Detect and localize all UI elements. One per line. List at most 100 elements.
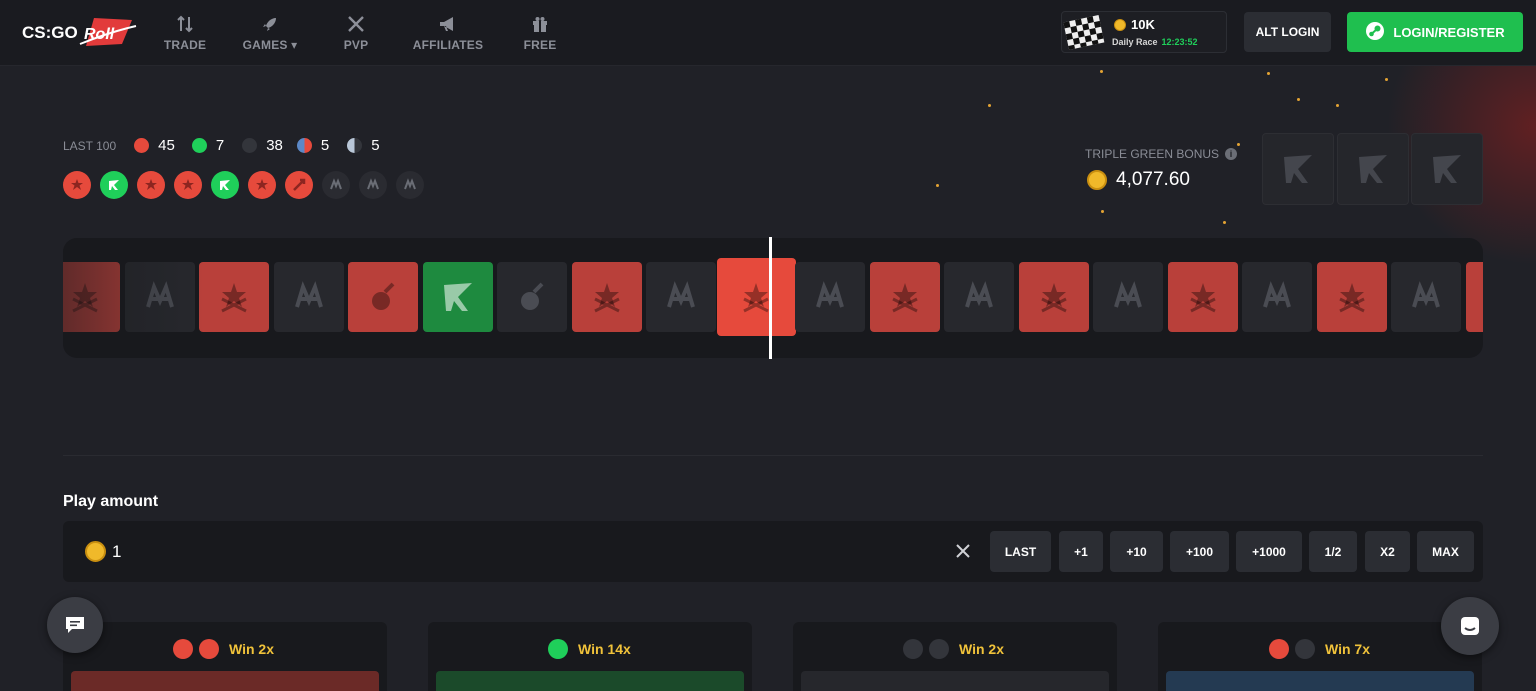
nav-free-label: FREE: [523, 38, 557, 52]
stat-green-count: 7: [215, 137, 225, 154]
roller-tile-red: [63, 262, 120, 332]
checkered-flag-icon: [1062, 12, 1110, 54]
roller-tile-gray: [646, 262, 716, 332]
race-amount: 10K: [1114, 17, 1155, 32]
stat-green: 7: [191, 137, 225, 154]
alt-login-button[interactable]: ALT LOGIN: [1244, 12, 1331, 52]
roller-tile-red: [199, 262, 269, 332]
spark: [1237, 143, 1240, 146]
spark: [1336, 104, 1339, 107]
plus-10-button[interactable]: +10: [1110, 531, 1163, 572]
play-amount-input[interactable]: [112, 537, 932, 567]
green-dot-icon: [191, 138, 207, 153]
roller-marker: [769, 237, 772, 359]
bet-card-bait-header: Win 7x: [1269, 639, 1370, 659]
last-button[interactable]: LAST: [990, 531, 1051, 572]
nav-trade-label: TRADE: [163, 38, 207, 52]
plus-100-button[interactable]: +100: [1170, 531, 1229, 572]
spark: [1385, 78, 1388, 81]
gift-icon: [530, 14, 550, 34]
roller-tile-red: [1018, 262, 1089, 332]
roller-tile-red: [869, 262, 940, 332]
history-green-coin: [211, 171, 239, 199]
place-bet-red-button[interactable]: [71, 671, 379, 691]
roller-tile-gray: [1391, 262, 1461, 332]
daily-race-widget[interactable]: 10K Daily Race 12:23:52: [1061, 11, 1227, 53]
red-coin-icon: [173, 639, 193, 659]
roll-r-icon: [1359, 155, 1387, 183]
history-red-alt-coin: [285, 171, 313, 199]
stat-red: 45: [134, 137, 175, 154]
rocket-icon: [260, 14, 280, 34]
nav-trade[interactable]: TRADE: [163, 10, 207, 56]
bonus-amount-value: 4,077.60: [1116, 169, 1190, 190]
roller-tile-winning: [716, 258, 796, 336]
double-button[interactable]: X2: [1365, 531, 1410, 572]
bonus-slot: [1411, 133, 1483, 205]
nav-pvp-label: PVP: [343, 38, 369, 52]
plus-1000-button[interactable]: +1000: [1236, 531, 1302, 572]
nav-pvp[interactable]: PVP: [336, 10, 376, 56]
bet-gray-label: Win 2x: [959, 641, 1004, 657]
history-red-coin: [174, 171, 202, 199]
bet-bait-label: Win 7x: [1325, 641, 1370, 657]
race-label: Daily Race: [1112, 37, 1158, 47]
bonus-slot: [1262, 133, 1334, 205]
roll-r-icon: [1284, 155, 1312, 183]
green-coin-icon: [548, 639, 568, 659]
support-button[interactable]: [1441, 597, 1499, 655]
race-amount-value: 10K: [1131, 17, 1155, 32]
login-register-button[interactable]: LOGIN/REGISTER: [1347, 12, 1523, 52]
bet-card-green-header: Win 14x: [548, 639, 631, 659]
gray-half-dot-icon: [347, 138, 363, 153]
coin-icon: [85, 541, 106, 567]
roller-tile-gray: [1093, 262, 1163, 332]
crossed-swords-icon: [346, 14, 366, 34]
roll-history: [63, 171, 424, 199]
nav-affiliates[interactable]: AFFILIATES: [410, 10, 486, 56]
place-bet-gray-button[interactable]: [801, 671, 1109, 691]
plus-1-button[interactable]: +1: [1059, 531, 1103, 572]
info-icon[interactable]: i: [1225, 148, 1238, 160]
bet-card-gray-header: Win 2x: [903, 639, 1004, 659]
spark: [1100, 70, 1103, 73]
history-gray-coin: [359, 171, 387, 199]
stat-gray-half: 5: [347, 137, 380, 154]
half-button[interactable]: 1/2: [1309, 531, 1357, 572]
support-icon: [1461, 617, 1479, 635]
spark: [1297, 98, 1300, 101]
history-gray-coin: [322, 171, 350, 199]
clear-icon[interactable]: [953, 541, 973, 561]
coin-icon: [1087, 170, 1107, 190]
nav-free[interactable]: FREE: [520, 10, 560, 56]
coin-icon: [1114, 18, 1126, 31]
place-bet-bait-button[interactable]: [1166, 671, 1474, 691]
roll-r-icon: [1433, 155, 1461, 183]
bonus-amount: 4,077.60: [1087, 169, 1190, 191]
history-red-coin: [248, 171, 276, 199]
roller-tile-red: [1316, 262, 1387, 332]
max-button[interactable]: MAX: [1417, 531, 1474, 572]
csgoroll-logo[interactable]: CS:GO Roll: [20, 14, 138, 50]
history-red-coin: [63, 171, 91, 199]
gray-alt-coin-icon: [1295, 639, 1315, 659]
stat-red-half-count: 5: [320, 137, 330, 154]
chat-button[interactable]: [47, 597, 103, 653]
roller-tile-gray: [124, 262, 195, 332]
spark: [936, 184, 939, 187]
bet-green-label: Win 14x: [578, 641, 631, 657]
roller-tile-gray: [497, 262, 567, 332]
play-amount-title: Play amount: [63, 493, 159, 510]
red-alt-coin-icon: [1269, 639, 1289, 659]
login-register-label: LOGIN/REGISTER: [1393, 24, 1505, 40]
spark: [1223, 221, 1226, 224]
nav-games[interactable]: GAMES ▾: [240, 10, 300, 56]
roulette-roller: [63, 238, 1483, 358]
bet-red-label: Win 2x: [229, 641, 274, 657]
place-bet-green-button[interactable]: [436, 671, 744, 691]
roller-tile-red: [1465, 262, 1483, 332]
nav-affiliates-label: AFFILIATES: [412, 38, 484, 52]
spark: [1267, 72, 1270, 75]
triple-green-bonus-label: TRIPLE GREEN BONUS i: [1085, 147, 1238, 161]
roller-tile-green: [422, 262, 493, 332]
